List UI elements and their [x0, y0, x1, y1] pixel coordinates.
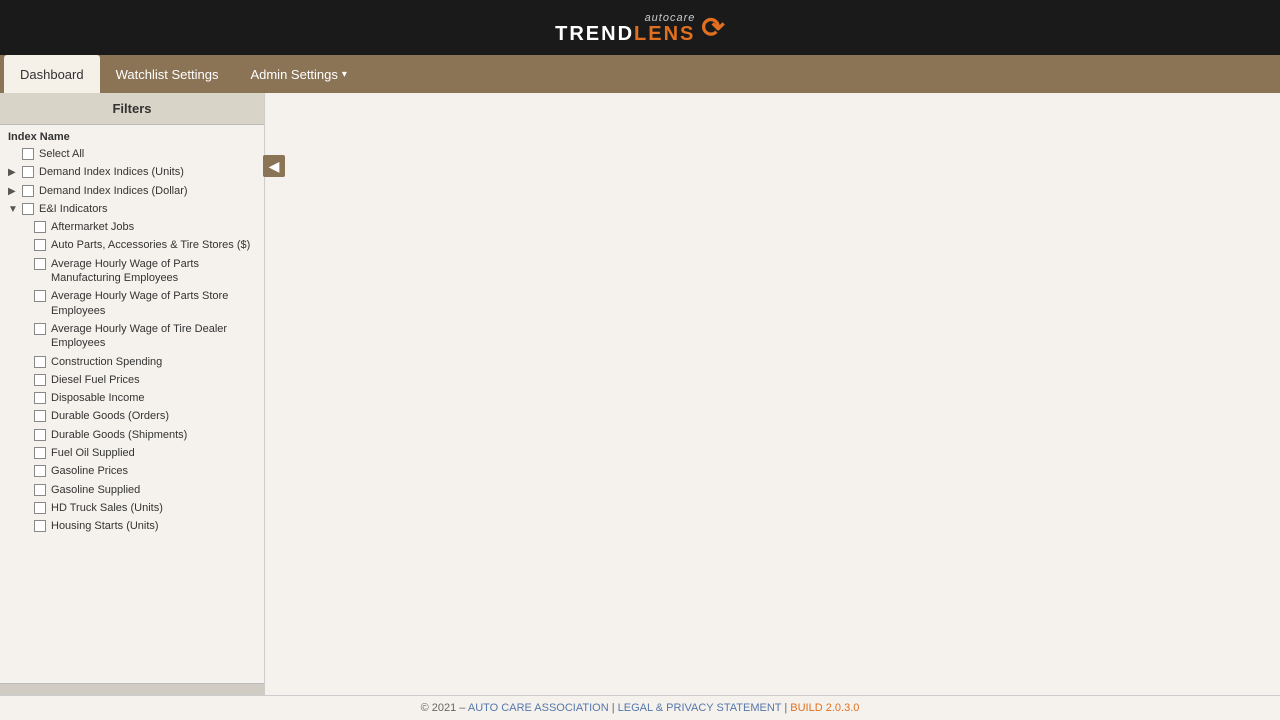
checkbox-gasoline-prices[interactable]	[34, 465, 46, 477]
label-avg-hourly-tire-dealer: Average Hourly Wage of Tire Dealer Emplo…	[51, 322, 260, 351]
label-gasoline-prices: Gasoline Prices	[51, 464, 260, 478]
label-hd-truck: HD Truck Sales (Units)	[51, 501, 260, 515]
sidebar-header: Filters	[0, 93, 264, 125]
label-housing-starts: Housing Starts (Units)	[51, 519, 260, 533]
dropdown-arrow: ▾	[342, 69, 347, 80]
tree-item-aftermarket-jobs[interactable]: Aftermarket Jobs	[0, 218, 264, 236]
nav-bar: Dashboard Watchlist Settings Admin Setti…	[0, 55, 1280, 93]
logo-trend: TREND	[555, 23, 634, 45]
tree-item-demand-units[interactable]: ▶ Demand Index Indices (Units)	[0, 163, 264, 181]
checkbox-durable-shipments[interactable]	[34, 429, 46, 441]
checkbox-durable-orders[interactable]	[34, 410, 46, 422]
toggle-demand-dollar[interactable]: ▶	[8, 185, 20, 198]
label-avg-hourly-parts-mfg: Average Hourly Wage of Parts Manufacturi…	[51, 257, 260, 286]
label-construction: Construction Spending	[51, 355, 260, 369]
logo-icon: ⟳	[701, 11, 724, 44]
sidebar-scroll[interactable]: Index Name Select All ▶ Demand Index Ind…	[0, 125, 264, 683]
label-ei: E&I Indicators	[39, 202, 260, 216]
tree-item-disposable[interactable]: Disposable Income	[0, 389, 264, 407]
tree-item-fuel-oil[interactable]: Fuel Oil Supplied	[0, 444, 264, 462]
label-gasoline-supplied: Gasoline Supplied	[51, 483, 260, 497]
label-demand-dollar: Demand Index Indices (Dollar)	[39, 184, 260, 198]
checkbox-avg-hourly-parts-store[interactable]	[34, 290, 46, 302]
checkbox-disposable[interactable]	[34, 392, 46, 404]
label-avg-hourly-parts-store: Average Hourly Wage of Parts Store Emplo…	[51, 289, 260, 318]
checkbox-avg-hourly-tire-dealer[interactable]	[34, 323, 46, 335]
tree-item-housing-starts[interactable]: Housing Starts (Units)	[0, 517, 264, 535]
label-disposable: Disposable Income	[51, 391, 260, 405]
collapse-sidebar-button[interactable]: ◀	[263, 155, 285, 177]
nav-watchlist[interactable]: Watchlist Settings	[100, 55, 235, 93]
footer-link-legal[interactable]: LEGAL & PRIVACY STATEMENT	[618, 702, 785, 714]
tree-item-avg-hourly-parts-store[interactable]: Average Hourly Wage of Parts Store Emplo…	[0, 287, 264, 320]
sidebar: Filters Index Name Select All ▶ Demand I…	[0, 93, 265, 695]
label-durable-orders: Durable Goods (Orders)	[51, 409, 260, 423]
tree-item-ei[interactable]: ▼ E&I Indicators	[0, 200, 264, 218]
label-fuel-oil: Fuel Oil Supplied	[51, 446, 260, 460]
main-area: Filters Index Name Select All ▶ Demand I…	[0, 93, 1280, 695]
checkbox-hd-truck[interactable]	[34, 502, 46, 514]
tree-item-demand-dollar[interactable]: ▶ Demand Index Indices (Dollar)	[0, 182, 264, 200]
label-durable-shipments: Durable Goods (Shipments)	[51, 428, 260, 442]
label-demand-units: Demand Index Indices (Units)	[39, 165, 260, 179]
sidebar-bottom-scrollbar[interactable]	[0, 683, 264, 695]
index-name-header: Index Name	[0, 125, 264, 145]
label-diesel: Diesel Fuel Prices	[51, 373, 260, 387]
logo: autocare TRENDLENS ⟳	[555, 11, 725, 44]
tree-item-auto-parts[interactable]: Auto Parts, Accessories & Tire Stores ($…	[0, 236, 264, 254]
tree-item-avg-hourly-tire-dealer[interactable]: Average Hourly Wage of Tire Dealer Emplo…	[0, 320, 264, 353]
tree-item-durable-shipments[interactable]: Durable Goods (Shipments)	[0, 426, 264, 444]
nav-dashboard[interactable]: Dashboard	[4, 55, 100, 93]
checkbox-demand-units[interactable]	[22, 166, 34, 178]
nav-admin[interactable]: Admin Settings ▾	[234, 55, 362, 93]
tree-item-construction[interactable]: Construction Spending	[0, 353, 264, 371]
checkbox-gasoline-supplied[interactable]	[34, 484, 46, 496]
footer-copyright: © 2021 –	[421, 702, 466, 714]
checkbox-housing-starts[interactable]	[34, 520, 46, 532]
checkbox-ei[interactable]	[22, 203, 34, 215]
label-auto-parts: Auto Parts, Accessories & Tire Stores ($…	[51, 238, 260, 252]
tree-item-hd-truck[interactable]: HD Truck Sales (Units)	[0, 499, 264, 517]
footer-build: BUILD 2.0.3.0	[790, 702, 859, 714]
label-select-all: Select All	[39, 147, 260, 161]
tree-item-avg-hourly-parts-mfg[interactable]: Average Hourly Wage of Parts Manufacturi…	[0, 255, 264, 288]
tree-item-select-all[interactable]: Select All	[0, 145, 264, 163]
content-area	[265, 93, 1280, 695]
top-bar: autocare TRENDLENS ⟳	[0, 0, 1280, 55]
toggle-ei[interactable]: ▼	[8, 203, 20, 216]
label-aftermarket-jobs: Aftermarket Jobs	[51, 220, 260, 234]
footer: © 2021 – AUTO CARE ASSOCIATION | LEGAL &…	[0, 695, 1280, 720]
checkbox-avg-hourly-parts-mfg[interactable]	[34, 258, 46, 270]
checkbox-fuel-oil[interactable]	[34, 447, 46, 459]
tree-item-gasoline-prices[interactable]: Gasoline Prices	[0, 462, 264, 480]
checkbox-auto-parts[interactable]	[34, 239, 46, 251]
tree-item-diesel[interactable]: Diesel Fuel Prices	[0, 371, 264, 389]
checkbox-construction[interactable]	[34, 356, 46, 368]
checkbox-demand-dollar[interactable]	[22, 185, 34, 197]
checkbox-aftermarket-jobs[interactable]	[34, 221, 46, 233]
toggle-demand-units[interactable]: ▶	[8, 166, 20, 179]
footer-link-autocare[interactable]: AUTO CARE ASSOCIATION	[468, 702, 609, 714]
logo-line2: TRENDLENS	[555, 24, 695, 44]
tree-item-gasoline-supplied[interactable]: Gasoline Supplied	[0, 481, 264, 499]
logo-lens: LENS	[634, 23, 695, 45]
tree-item-durable-orders[interactable]: Durable Goods (Orders)	[0, 407, 264, 425]
checkbox-diesel[interactable]	[34, 374, 46, 386]
checkbox-select-all[interactable]	[22, 148, 34, 160]
